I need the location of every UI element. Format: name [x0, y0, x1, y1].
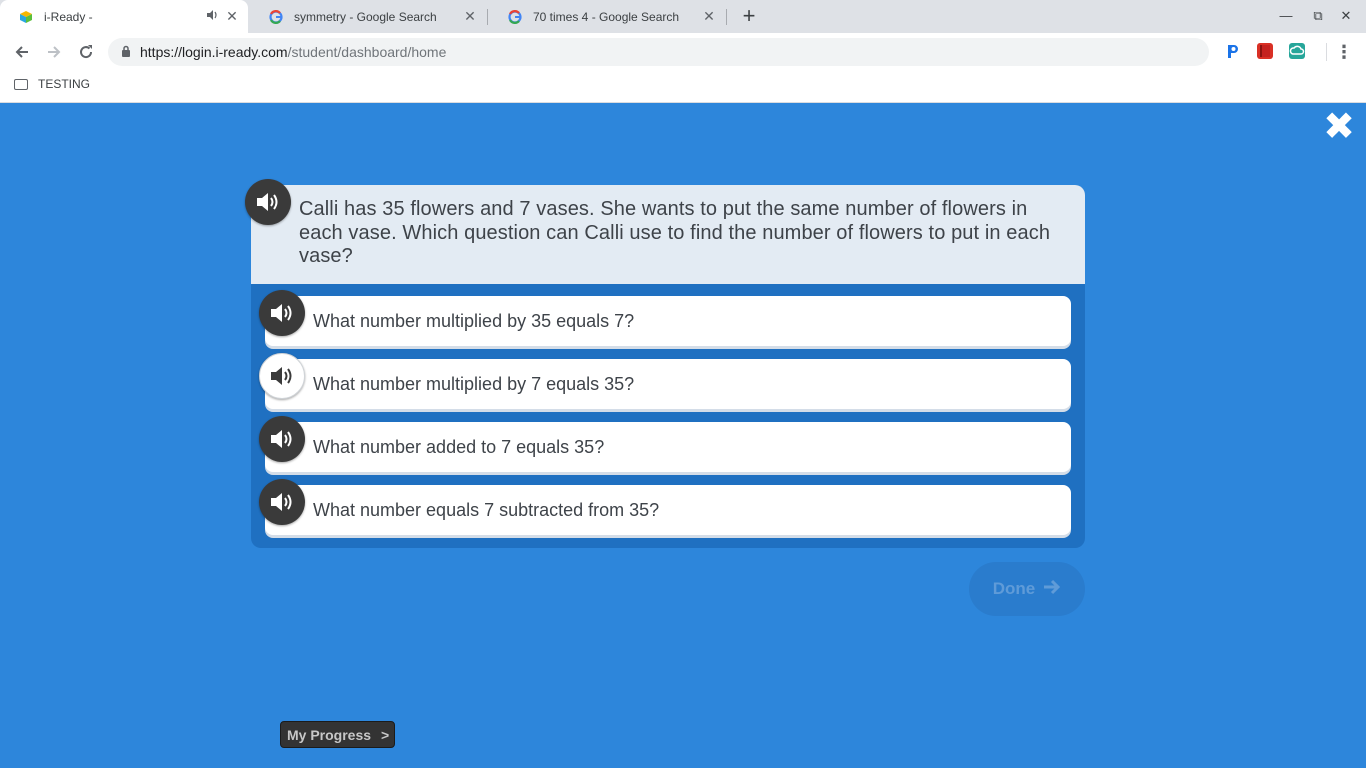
question-text: Calli has 35 flowers and 7 vases. She wa…	[299, 198, 1051, 267]
window-close-icon[interactable]: ✕	[1336, 8, 1356, 24]
cloud-sync-icon[interactable]	[1289, 43, 1305, 59]
restore-icon[interactable]: ⧉	[1308, 8, 1328, 24]
browser-menu-icon[interactable]: ⋮	[1335, 41, 1353, 63]
toolbar-divider	[1326, 43, 1327, 61]
google-g-icon	[268, 9, 284, 25]
answer-choice-4[interactable]: What number equals 7 subtracted from 35?	[265, 485, 1071, 535]
forward-arrow-icon[interactable]	[43, 41, 65, 63]
tab-symmetry[interactable]: symmetry - Google Search ✕	[250, 0, 486, 33]
answer-text: What number multiplied by 35 equals 7?	[313, 311, 635, 331]
answer-3-audio-speaker-icon[interactable]	[259, 416, 305, 462]
answer-choice-3[interactable]: What number added to 7 equals 35?	[265, 422, 1071, 472]
folder-icon	[14, 78, 28, 90]
answer-4-audio-speaker-icon[interactable]	[259, 479, 305, 525]
answer-2-audio-speaker-icon[interactable]	[259, 353, 305, 399]
browser-toolbar: https://login.i-ready.com/student/dashbo…	[0, 33, 1366, 70]
google-g-icon	[507, 9, 523, 25]
answer-1-audio-speaker-icon[interactable]	[259, 290, 305, 336]
tab-iready[interactable]: i-Ready - ✕	[0, 0, 248, 33]
tab-title: 70 times 4 - Google Search	[533, 9, 680, 24]
iready-cube-icon	[18, 9, 34, 25]
red-book-icon[interactable]	[1257, 43, 1273, 59]
my-progress-button[interactable]: My Progress >	[280, 721, 395, 748]
answer-text: What number equals 7 subtracted from 35?	[313, 500, 660, 520]
tab-divider	[487, 9, 488, 25]
done-label: Done	[992, 579, 1036, 598]
question-prompt: Calli has 35 flowers and 7 vases. She wa…	[251, 185, 1085, 284]
address-bar[interactable]: https://login.i-ready.com/student/dashbo…	[108, 38, 1209, 66]
question-audio-speaker-icon[interactable]	[245, 179, 291, 225]
url-host: https://login.i-ready.com	[140, 44, 288, 60]
arrow-right-icon	[1043, 579, 1061, 600]
my-progress-label: My Progress	[287, 726, 372, 743]
bookmark-label: TESTING	[38, 77, 91, 91]
back-arrow-icon[interactable]	[11, 41, 33, 63]
answer-choice-1[interactable]: What number multiplied by 35 equals 7?	[265, 296, 1071, 346]
bookmark-folder-testing[interactable]: TESTING	[14, 77, 90, 91]
answer-text: What number multiplied by 7 equals 35?	[313, 374, 635, 394]
tab-close-icon[interactable]: ✕	[701, 8, 717, 25]
answer-text: What number added to 7 equals 35?	[313, 437, 605, 457]
done-button[interactable]: Done	[969, 562, 1085, 616]
tab-strip: i-Ready - ✕ symmetry - Google Search ✕ 7…	[0, 0, 1366, 33]
chevron-right-icon: >	[381, 726, 390, 743]
question-card: Calli has 35 flowers and 7 vases. She wa…	[251, 185, 1085, 548]
tab-70-times-4[interactable]: 70 times 4 - Google Search ✕	[489, 0, 725, 33]
exit-lesson-close-icon[interactable]: ✖	[1322, 108, 1356, 146]
url-path: /student/dashboard/home	[287, 44, 447, 60]
minimize-icon[interactable]: —	[1276, 8, 1296, 23]
reload-icon[interactable]	[75, 41, 97, 63]
tab-audio-icon[interactable]	[206, 9, 218, 24]
pear-deck-icon[interactable]	[1225, 43, 1241, 59]
lock-icon	[121, 44, 131, 60]
tab-title: symmetry - Google Search	[294, 9, 437, 24]
tab-divider	[726, 9, 727, 25]
new-tab-icon[interactable]: +	[737, 3, 761, 28]
bookmarks-bar: TESTING	[0, 70, 1366, 103]
tab-title: i-Ready -	[44, 9, 93, 24]
tab-close-icon[interactable]: ✕	[462, 8, 478, 25]
answer-choice-2[interactable]: What number multiplied by 7 equals 35?	[265, 359, 1071, 409]
tab-close-icon[interactable]: ✕	[224, 8, 240, 25]
